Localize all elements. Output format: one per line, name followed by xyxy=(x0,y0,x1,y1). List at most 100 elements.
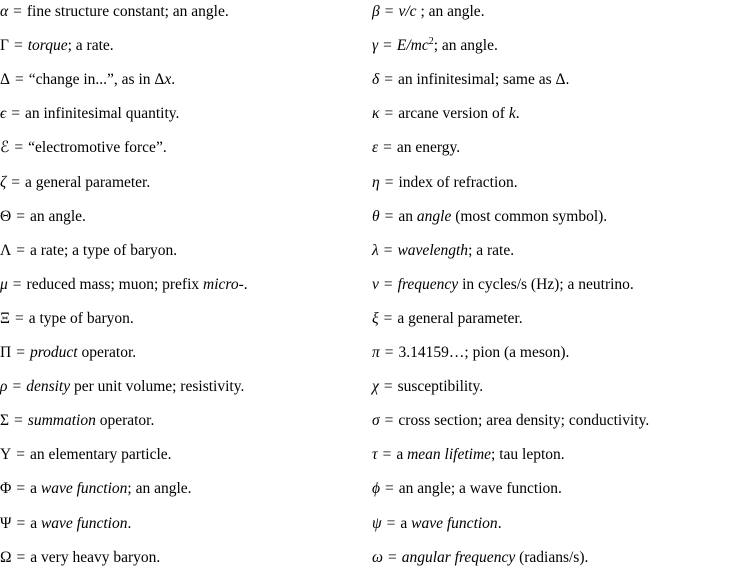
greek-symbol: Π xyxy=(0,344,12,361)
definition-text: an angle. xyxy=(29,207,86,225)
symbol-definition: fine structure constant; an angle. xyxy=(27,3,229,20)
symbol-definition: arcane version of k. xyxy=(398,105,519,122)
glossary-row: Θ = an angle. θ = an angle (most common symbo… xyxy=(0,207,738,231)
equals-sign: = xyxy=(11,105,20,123)
definition-text: a xyxy=(400,514,412,532)
italic-term: summation xyxy=(27,412,96,430)
equals-sign: = xyxy=(383,139,392,157)
glossary-entry-left: μ = reduced mass; muon; prefix micro-. xyxy=(0,275,248,295)
glossary-row: Ψ = a wave function. ψ = a wave function. xyxy=(0,514,738,538)
glossary-entry-left: ℰ = “electromotive force”. xyxy=(0,138,167,158)
equals-sign: = xyxy=(12,275,22,293)
greek-symbol: Σ xyxy=(0,412,10,430)
equals-sign: = xyxy=(383,275,393,293)
equals-sign: = xyxy=(384,173,394,191)
glossary-entry-left: Φ = a wave function; an angle. xyxy=(0,479,192,499)
definition-text: ; a rate. xyxy=(67,37,114,55)
equals-sign: = xyxy=(384,412,394,430)
greek-symbol: χ xyxy=(372,378,379,396)
italic-term: wave function xyxy=(40,480,128,498)
greek-symbol: ζ xyxy=(0,173,7,191)
glossary-row: Π = product operator. π = 3.14159…; pion (a m… xyxy=(0,343,738,367)
glossary-entry-left: Γ = torque; a rate. xyxy=(0,36,114,56)
equals-sign: = xyxy=(386,514,396,532)
glossary-entry-left: Ω = a very heavy baryon. xyxy=(0,548,160,568)
symbol-definition: torque; a rate. xyxy=(28,37,114,54)
symbol-definition: density per unit volume; resistivity. xyxy=(26,378,244,395)
greek-symbol: Ω xyxy=(0,548,12,566)
equals-sign: = xyxy=(16,548,26,566)
greek-symbol: κ xyxy=(372,105,380,123)
equals-sign: = xyxy=(384,71,393,89)
definition-text: index of refraction. xyxy=(398,173,518,191)
glossary-entry-left: Ψ = a wave function. xyxy=(0,514,131,534)
glossary-row: ℰ = “electromotive force”. ε = an energy. xyxy=(0,138,738,162)
symbol-definition: summation operator. xyxy=(28,412,155,429)
symbol-definition: a very heavy baryon. xyxy=(30,549,160,566)
greek-symbol: Ξ xyxy=(0,309,10,327)
definition-text: . xyxy=(127,514,132,532)
definition-text: a general parameter. xyxy=(25,173,151,191)
italic-term: frequency xyxy=(397,275,459,293)
symbol-definition: an angle. xyxy=(30,208,86,225)
symbol-definition: v/c ; an angle. xyxy=(398,3,484,20)
greek-symbol: Λ xyxy=(0,241,12,259)
equals-sign: = xyxy=(14,412,23,430)
definition-text: 3.14159…; pion (a meson). xyxy=(398,344,570,361)
symbol-definition: a type of baryon. xyxy=(29,310,134,327)
symbol-definition: wavelength; a rate. xyxy=(397,242,514,259)
glossary-row: Λ = a rate; a type of baryon. λ = wavelength;… xyxy=(0,241,738,265)
glossary-row: ρ = density per unit volume; resistivity. χ… xyxy=(0,377,738,401)
definition-text: operator. xyxy=(95,412,155,430)
greek-symbol: π xyxy=(372,344,380,361)
definition-text: ; an angle. xyxy=(127,480,192,498)
symbol-definition: a wave function. xyxy=(30,515,131,532)
equals-sign: = xyxy=(14,309,24,327)
symbol-definition: susceptibility. xyxy=(398,378,484,395)
symbol-definition: E/mc2; an angle. xyxy=(397,36,498,54)
glossary-entry-left: ζ = a general parameter. xyxy=(0,173,150,193)
definition-text: operator. xyxy=(77,344,137,361)
definition-text: -. xyxy=(238,275,248,293)
glossary-entry-left: Υ = an elementary particle. xyxy=(0,445,172,465)
glossary-row: Φ = a wave function; an angle. ϕ = an angle; … xyxy=(0,479,738,503)
symbol-definition: product operator. xyxy=(30,344,136,361)
greek-symbol: γ xyxy=(372,37,379,55)
symbol-definition: a wave function; an angle. xyxy=(30,480,191,497)
greek-symbol: λ xyxy=(372,241,379,259)
italic-term: v/c xyxy=(398,3,417,20)
greek-symbol: τ xyxy=(372,446,378,464)
glossary-entry-left: Π = product operator. xyxy=(0,343,136,363)
glossary-entry-right: κ = arcane version of k. xyxy=(372,104,520,124)
symbol-definition: “change in...”, as in Δx. xyxy=(29,71,175,88)
definition-text: ; an angle. xyxy=(416,3,485,20)
italic-term: wave function xyxy=(411,514,498,532)
greek-symbol: ω xyxy=(372,548,383,566)
glossary-entry-right: ξ = a general parameter. xyxy=(372,309,523,329)
symbol-definition: reduced mass; muon; prefix micro-. xyxy=(27,276,248,293)
glossary-row: μ = reduced mass; muon; prefix micro-. ν = fr… xyxy=(0,275,738,299)
italic-term: torque xyxy=(27,37,68,55)
italic-term: k xyxy=(508,105,516,123)
glossary-entry-left: Σ = summation operator. xyxy=(0,411,154,431)
symbol-definition: a general parameter. xyxy=(397,310,522,327)
greek-symbol: δ xyxy=(372,71,380,89)
greek-symbol: ν xyxy=(372,275,379,293)
italic-term: density xyxy=(26,378,71,396)
definition-text: a general parameter. xyxy=(397,309,523,327)
glossary-entry-right: θ = an angle (most common symbol). xyxy=(372,207,607,227)
definition-text: (most common symbol). xyxy=(451,207,608,225)
glossary-entry-left: Ξ = a type of baryon. xyxy=(0,309,134,329)
greek-symbol: μ xyxy=(0,275,8,293)
symbol-definition: an energy. xyxy=(397,139,460,156)
greek-symbol: ϕ xyxy=(372,480,381,498)
greek-symbol: Γ xyxy=(0,37,9,55)
glossary-entry-left: ϵ = an infinitesimal quantity. xyxy=(0,104,179,124)
definition-text: an energy. xyxy=(396,139,461,157)
symbol-definition: an infinitesimal; same as Δ. xyxy=(398,71,569,88)
symbol-definition: 3.14159…; pion (a meson). xyxy=(399,344,570,361)
definition-text: arcane version of xyxy=(398,105,509,123)
italic-term: micro xyxy=(203,275,239,293)
glossary-entry-right: τ = a mean lifetime; tau lepton. xyxy=(372,445,565,465)
symbol-definition: an elementary particle. xyxy=(30,446,172,463)
